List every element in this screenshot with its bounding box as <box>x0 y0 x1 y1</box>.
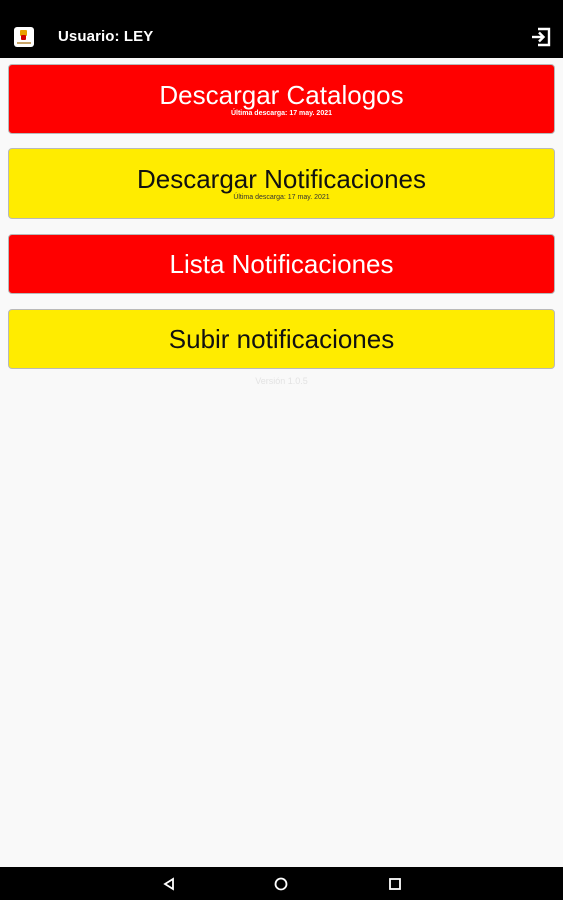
last-download-notifications-label: Última descarga: 17 may. 2021 <box>233 194 330 201</box>
notifications-list-label: Lista Notificaciones <box>169 249 394 279</box>
system-navigation-bar <box>0 867 563 900</box>
download-catalogs-label: Descargar Catalogos <box>159 80 404 110</box>
upload-notifications-label: Subir notificaciones <box>168 324 395 354</box>
download-notifications-button[interactable]: Descargar Notificaciones Última descarga… <box>8 148 555 219</box>
last-download-catalogs-label: Última descarga: 17 may. 2021 <box>230 110 333 117</box>
version-label: Versión 1.0.5 <box>255 376 308 386</box>
back-triangle-icon[interactable] <box>160 875 178 893</box>
download-notifications-label: Descargar Notificaciones <box>136 164 426 194</box>
logout-icon[interactable] <box>530 26 552 48</box>
user-title: Usuario: LEY <box>58 28 154 45</box>
home-circle-icon[interactable] <box>272 875 290 893</box>
notifications-list-button[interactable]: Lista Notificaciones <box>8 234 555 294</box>
app-bar: Usuario: LEY <box>0 0 563 58</box>
upload-notifications-button[interactable]: Subir notificaciones <box>8 309 555 369</box>
app-logo-icon <box>14 27 34 47</box>
recent-apps-square-icon[interactable] <box>386 875 404 893</box>
download-catalogs-button[interactable]: Descargar Catalogos Última descarga: 17 … <box>8 64 555 134</box>
